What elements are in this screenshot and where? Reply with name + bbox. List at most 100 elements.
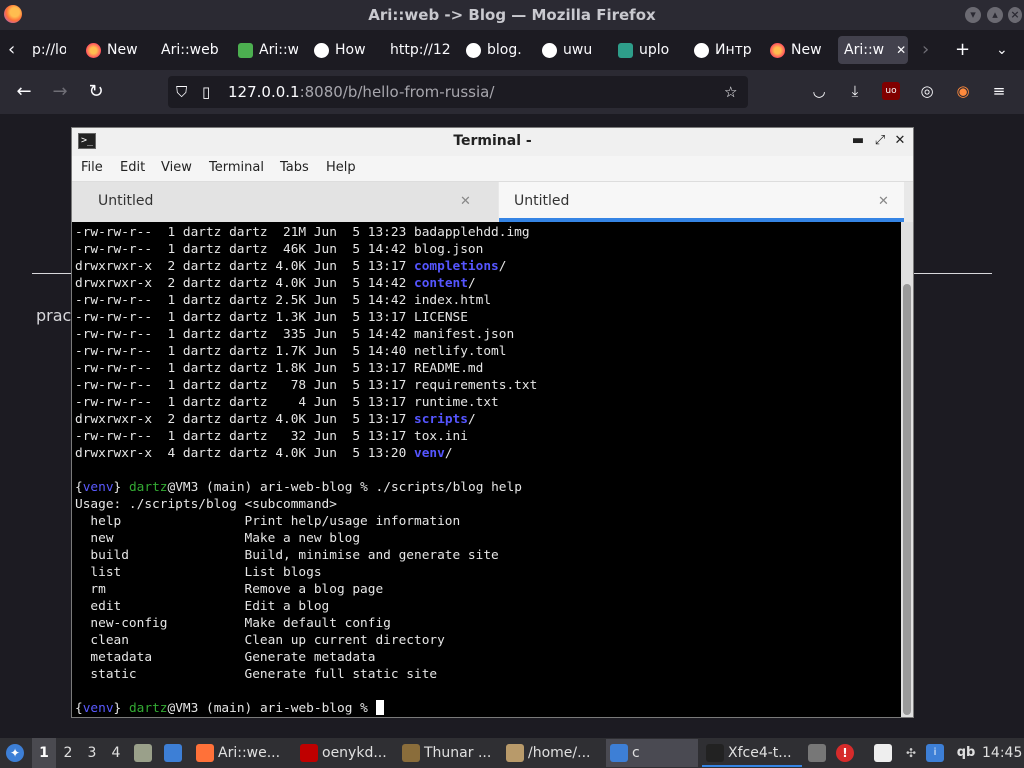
tab[interactable]: Ari::web (155, 36, 223, 64)
taskbar-task[interactable]: Ari::we... (192, 739, 292, 767)
qbittorrent-icon[interactable]: qb (956, 744, 976, 762)
terminal-icon (706, 744, 724, 762)
taskbar-task[interactable]: oenykd... (296, 739, 396, 767)
desktop: Ari::web -> Blog — Mozilla Firefox ▾ ▴ ×… (0, 0, 1024, 768)
help-row: build Build, minimise and generate site (75, 548, 499, 563)
bookmark-star-icon[interactable]: ☆ (724, 83, 737, 101)
workspace-2[interactable]: 2 (56, 738, 80, 768)
taskbar-task[interactable]: Xfce4-t... (702, 739, 802, 767)
maximize-icon[interactable]: ▴ (987, 7, 1003, 23)
workspace-1[interactable]: 1 (32, 738, 56, 768)
divider (32, 273, 72, 274)
file-meta: -rw-rw-r-- 1 dartz dartz 1.7K Jun 5 14:4… (75, 344, 414, 359)
taskbar-task[interactable]: Thunar ... (398, 739, 498, 767)
clock[interactable]: 14:45 (982, 738, 1022, 768)
forward-icon[interactable]: → (48, 80, 72, 104)
extension-fox-icon[interactable]: ◉ (954, 82, 972, 100)
prompt-venv: venv (82, 701, 114, 716)
tab-scroll-right-icon[interactable]: › (922, 38, 929, 62)
minimize-icon[interactable]: ▬ (850, 132, 866, 150)
menu-view[interactable]: View (161, 160, 192, 175)
downloads-icon[interactable]: ⤓ (846, 82, 864, 100)
file-name: runtime.txt (414, 395, 499, 410)
file-meta: -rw-rw-r-- 1 dartz dartz 78 Jun 5 13:17 (75, 378, 414, 393)
shield-icon (618, 42, 633, 58)
url-path: :8080/b/hello-from-russia/ (299, 83, 495, 101)
file-name: netlify.toml (414, 344, 507, 359)
dir-slash: / (467, 412, 476, 427)
ublock-icon[interactable]: uo (882, 82, 900, 100)
tab[interactable]: uwu (536, 36, 600, 64)
filezilla-icon (300, 744, 318, 762)
close-icon[interactable]: × (1008, 7, 1022, 23)
minimize-icon[interactable]: ▾ (965, 7, 981, 23)
url-text[interactable]: 127.0.0.1:8080/b/hello-from-russia/ (228, 83, 494, 101)
menu-terminal[interactable]: Terminal (209, 160, 264, 175)
tab-list-icon[interactable]: ⌄ (996, 38, 1008, 62)
url-bar[interactable]: ⛉ ▯ 127.0.0.1:8080/b/hello-from-russia/ … (168, 76, 748, 108)
new-tab-icon[interactable]: + (955, 38, 970, 62)
taskbar-task[interactable]: /home/... (502, 739, 602, 767)
battery-icon (808, 744, 826, 762)
tab-label: uplo (639, 42, 670, 58)
usage-line: Usage: ./scripts/blog <subcommand> (75, 497, 337, 512)
files-launcher-icon[interactable] (134, 744, 152, 762)
window-icon (610, 744, 628, 762)
pocket-icon[interactable]: ◡ (810, 82, 828, 100)
scrollbar-thumb[interactable] (903, 284, 911, 715)
reload-icon[interactable]: ↻ (84, 80, 108, 104)
menu-icon[interactable]: ≡ (990, 82, 1008, 100)
prompt-host: @VM3 (main) ari-web-blog % (167, 701, 376, 716)
listing-row: -rw-rw-r-- 1 dartz dartz 1.3K Jun 5 13:1… (75, 309, 537, 326)
tab[interactable]: blog. (460, 36, 522, 64)
menu-edit[interactable]: Edit (120, 160, 145, 175)
tab[interactable]: Интр (688, 36, 754, 64)
taskbar-task-label: c (632, 745, 640, 761)
taskbar-task[interactable]: c (606, 739, 698, 767)
menu-file[interactable]: File (81, 160, 103, 175)
window-title: Ari::web -> Blog — Mozilla Firefox (368, 6, 656, 24)
menu-tabs[interactable]: Tabs (280, 160, 309, 175)
back-icon[interactable]: ← (12, 80, 36, 104)
clipboard-icon[interactable] (874, 744, 892, 762)
network-icon[interactable]: ✣ (902, 744, 920, 762)
tab[interactable]: How (308, 36, 370, 64)
terminal-tab-active[interactable]: Untitled ✕ (499, 182, 904, 222)
close-icon[interactable]: ✕ (892, 132, 908, 150)
file-name: blog.json (414, 242, 484, 257)
tab[interactable]: New (764, 36, 828, 64)
menu-help[interactable]: Help (326, 160, 356, 175)
extension-glasses-icon[interactable]: ◎ (918, 82, 936, 100)
tab-label: Ari::web (161, 42, 219, 58)
listing-row: -rw-rw-r-- 1 dartz dartz 32 Jun 5 13:17 … (75, 428, 537, 445)
tab-close-icon[interactable]: ✕ (896, 36, 906, 64)
workspace-4[interactable]: 4 (104, 738, 128, 768)
prompt-host: @VM3 (main) ari-web-blog % (167, 480, 376, 495)
terminal-screen[interactable]: -rw-rw-r-- 1 dartz dartz 21M Jun 5 13:23… (72, 222, 901, 717)
page-info-icon[interactable]: ▯ (202, 83, 210, 101)
tab[interactable]: Ari::w (232, 36, 298, 64)
command-text: ./scripts/blog help (375, 480, 522, 495)
text-cursor (375, 700, 384, 715)
tab[interactable]: New (80, 36, 150, 64)
shield-icon[interactable]: ⛉ (176, 83, 187, 101)
xfce-menu-icon[interactable]: ✦ (6, 744, 24, 762)
alert-icon[interactable]: ! (836, 744, 854, 762)
tab-close-icon[interactable]: ✕ (460, 194, 471, 209)
show-desktop-icon[interactable] (164, 744, 182, 762)
file-meta: drwxrwxr-x 2 dartz dartz 4.0K Jun 5 13:1… (75, 259, 414, 274)
maximize-icon[interactable]: ⤢ (872, 132, 888, 150)
tab[interactable]: http://12 (384, 36, 450, 64)
dir-slash: / (444, 446, 453, 461)
terminal-tab[interactable]: Untitled ✕ (72, 182, 498, 222)
tab-close-icon[interactable]: ✕ (878, 194, 889, 209)
tab[interactable]: p://lo (26, 36, 66, 64)
workspace-3[interactable]: 3 (80, 738, 104, 768)
tab[interactable]: uplo (612, 36, 678, 64)
directory-name: completions (414, 259, 499, 274)
notification-icon[interactable]: i (926, 744, 944, 762)
tab-scroll-left-icon[interactable]: ‹ (8, 38, 15, 62)
terminal-title: Terminal - (453, 133, 532, 149)
tab-active[interactable]: Ari::w ✕ (838, 36, 908, 64)
listing-row: -rw-rw-r-- 1 dartz dartz 21M Jun 5 13:23… (75, 224, 537, 241)
